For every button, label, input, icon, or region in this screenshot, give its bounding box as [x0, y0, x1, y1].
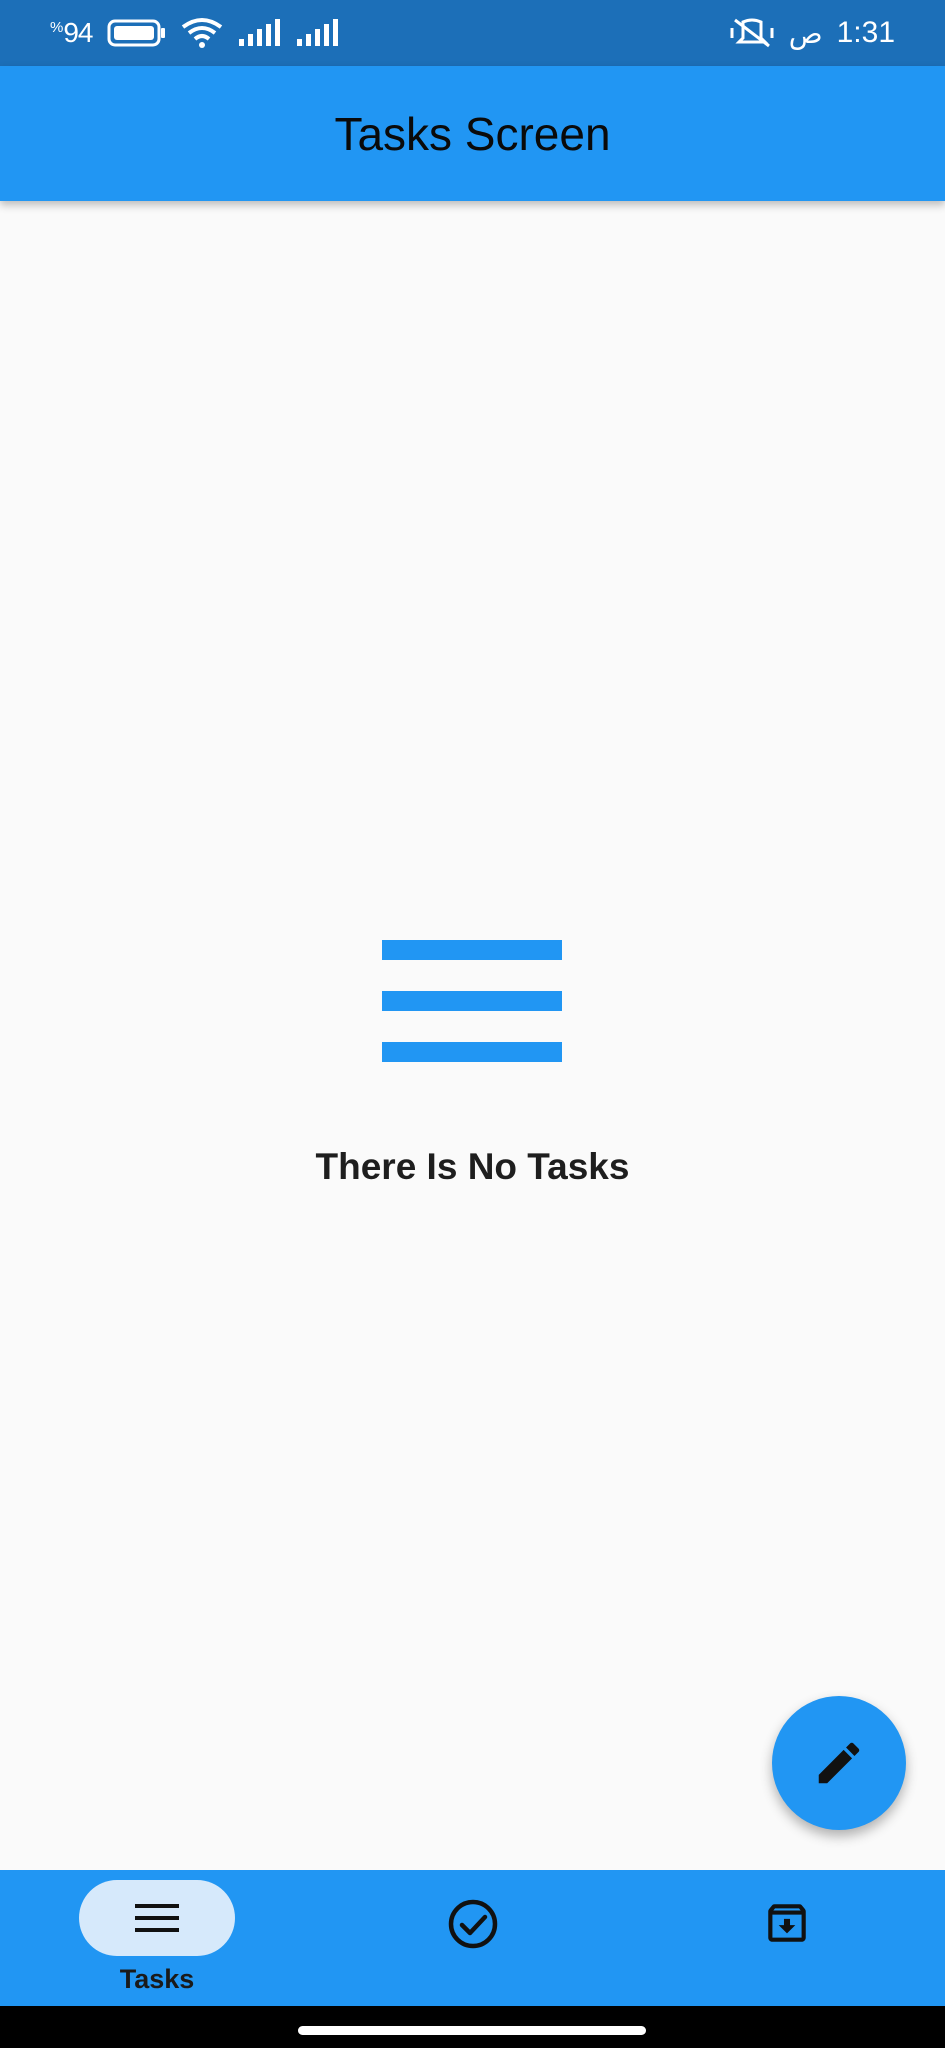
wifi-icon: [181, 18, 222, 48]
edit-icon: [818, 1742, 860, 1784]
nav-indicator: [79, 1880, 235, 1956]
home-handle[interactable]: [298, 2026, 646, 2035]
nav-item-archived[interactable]: [748, 1870, 826, 2006]
bottom-navigation: Tasks: [0, 1870, 945, 2006]
menu-icon: [135, 1904, 179, 1932]
clock: 1:31: [836, 16, 895, 49]
signal-icon: [238, 19, 280, 46]
menu-line: [382, 1042, 562, 1062]
nav-label-tasks: Tasks: [119, 1964, 195, 1994]
page-title: Tasks Screen: [334, 107, 611, 160]
menu-line: [382, 940, 562, 960]
add-task-button[interactable]: [772, 1696, 906, 1830]
status-bar: %94 ص 1:31: [0, 0, 945, 66]
nav-item-tasks[interactable]: Tasks: [79, 1870, 235, 2006]
signal-icon: [296, 19, 338, 46]
vibrate-alarm-off-icon: [730, 18, 774, 48]
status-left: %94: [50, 17, 339, 49]
archive-icon: [768, 1904, 806, 1942]
app-bar: Tasks Screen: [0, 66, 945, 201]
status-right: ص 1:31: [729, 16, 895, 50]
battery-percent: %94: [50, 17, 94, 48]
battery-icon: [107, 19, 165, 47]
nav-item-done[interactable]: [434, 1870, 512, 2006]
menu-lines-icon: [382, 940, 562, 1062]
menu-line: [382, 991, 562, 1011]
am-pm-label: ص: [788, 17, 823, 49]
check-circle-icon: [448, 1899, 498, 1949]
empty-state-message: There Is No Tasks: [315, 1146, 630, 1187]
